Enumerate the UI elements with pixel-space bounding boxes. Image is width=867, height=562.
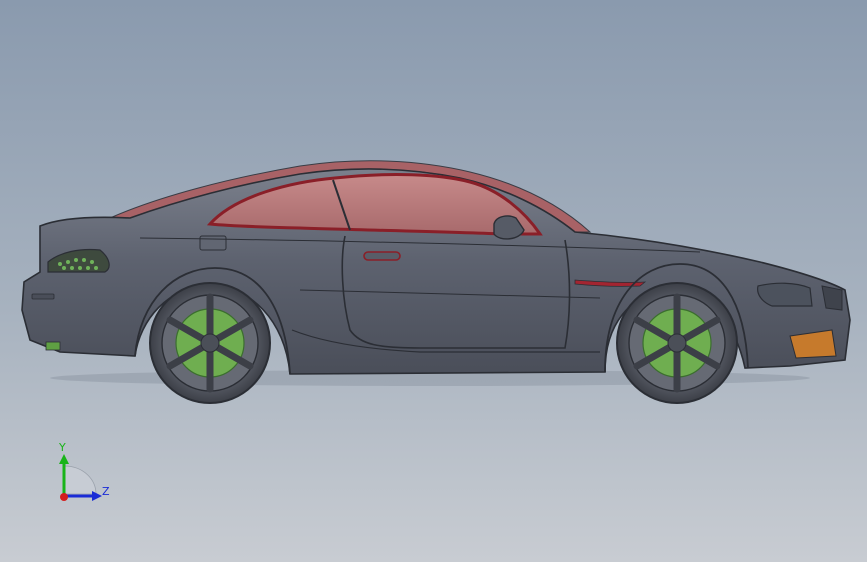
rear-reflector [31,293,55,300]
coordinate-triad[interactable]: Y Z [40,436,130,516]
triad-graphic [59,454,102,501]
fuel-cap [199,235,227,251]
y-axis-arrow [59,454,69,464]
rear-wheel[interactable] [149,282,271,404]
rear-sensor [45,341,61,351]
headlight [757,282,813,307]
z-axis-label: Z [102,485,110,498]
triad-plane [63,465,97,495]
x-axis-dot [60,493,68,501]
front-wheel[interactable] [616,282,738,404]
car-model[interactable] [0,0,867,562]
z-axis-arrow [92,491,102,501]
door-handle [363,251,401,261]
y-axis-label: Y [59,441,66,454]
graphics-viewport[interactable]: Y Z [0,0,867,562]
